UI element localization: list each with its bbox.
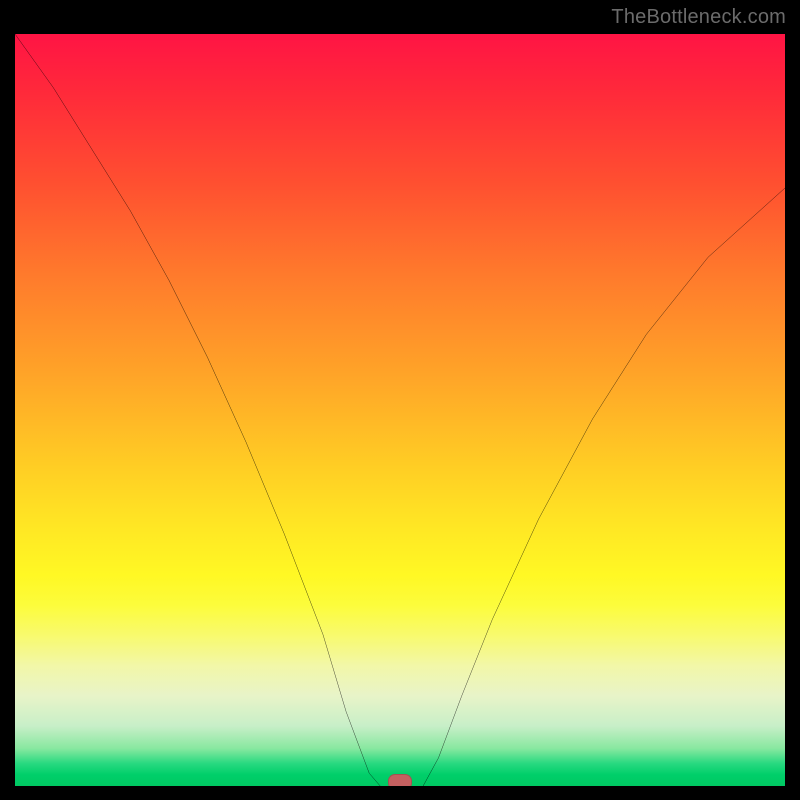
plot-area (15, 34, 785, 786)
watermark-text: TheBottleneck.com (611, 6, 786, 29)
optimal-marker (388, 774, 412, 786)
bottleneck-curve (15, 34, 785, 786)
chart-frame: TheBottleneck.com (0, 0, 800, 800)
